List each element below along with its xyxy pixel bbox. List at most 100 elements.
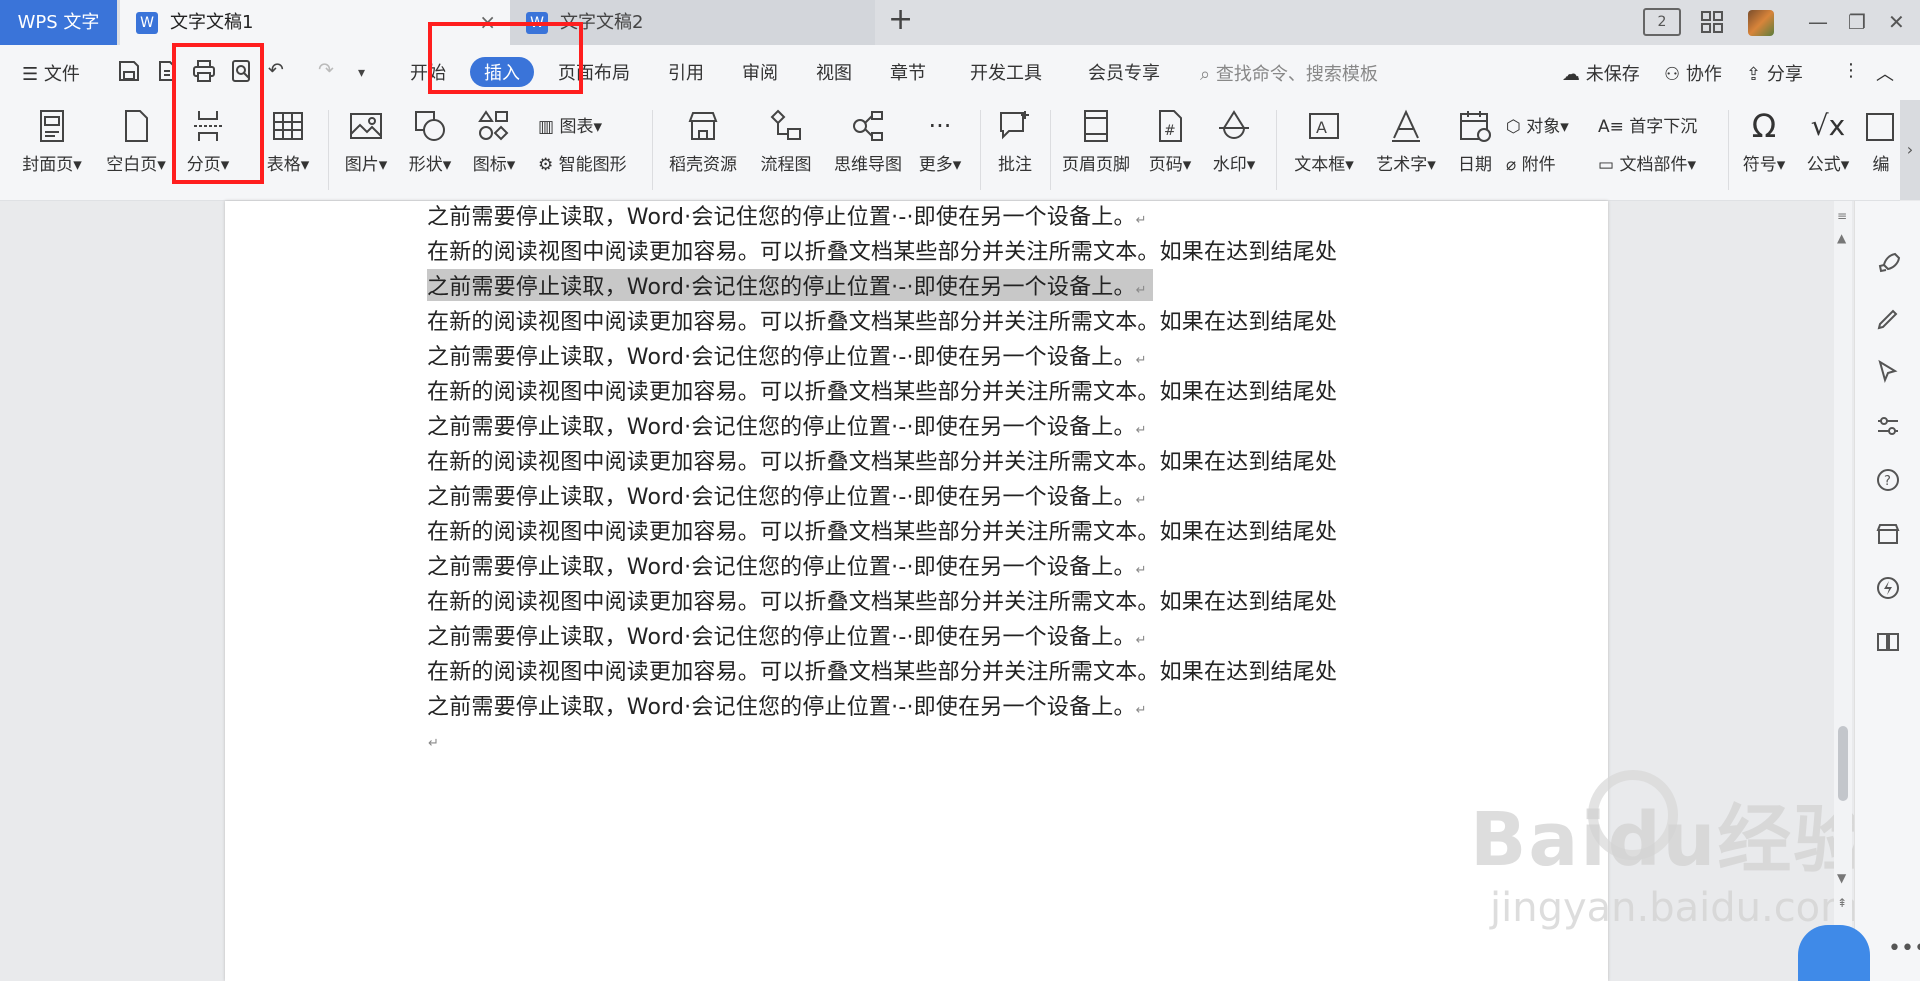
tab-view[interactable]: 视图 (816, 59, 852, 85)
wordart-button[interactable]: 艺术字▾ (1366, 108, 1446, 175)
doc-line-text: 在新的阅读视图中阅读更加容易。可以折叠文档某些部分并关注所需文本。如果在达到结尾… (427, 380, 1338, 405)
cover-page-icon (34, 108, 70, 144)
paragraph-mark: ↵ (1135, 423, 1147, 438)
scroll-up-icon[interactable]: ▲ (1837, 231, 1846, 245)
more-tools-icon[interactable]: ••• (1888, 936, 1920, 961)
quick-access-dropdown-icon[interactable]: ▾ (358, 65, 365, 81)
redo-icon[interactable]: ↷ (318, 59, 334, 81)
help-icon[interactable]: ? (1875, 467, 1901, 493)
tab-member[interactable]: 会员专享 (1088, 59, 1160, 85)
minimize-icon[interactable]: — (1808, 10, 1828, 34)
picture-button[interactable]: 图片▾ (336, 108, 396, 175)
vertical-scrollbar[interactable]: ≡ ▲ ▼ ⇞ (1834, 201, 1852, 981)
command-search[interactable]: ⌕ 查找命令、搜索模板 (1200, 60, 1378, 86)
mindmap-icon (850, 108, 886, 144)
tab-references[interactable]: 引用 (668, 59, 704, 85)
doc-line: 在新的阅读视图中阅读更加容易。可以折叠文档某些部分并关注所需文本。如果在达到结尾… (427, 444, 1337, 476)
cursor-icon[interactable] (1875, 359, 1901, 385)
smartart-button[interactable]: ⚙ 智能图形 (538, 150, 627, 175)
rocket-icon[interactable] (1875, 251, 1901, 277)
header-footer-label: 页眉页脚 (1062, 155, 1130, 175)
tab-review[interactable]: 审阅 (742, 59, 778, 85)
chart-label: 图表 (559, 117, 594, 137)
share-button[interactable]: ⇪ 分享 (1746, 60, 1803, 86)
table-button[interactable]: 表格▾ (258, 108, 318, 175)
more-button[interactable]: ··· 更多▾ (912, 108, 968, 175)
window-count-icon[interactable]: 2 (1643, 8, 1681, 36)
watermark-icon (1216, 108, 1252, 144)
object-button[interactable]: ⬡ 对象▾ (1506, 112, 1569, 137)
save-icon[interactable] (117, 59, 141, 88)
user-avatar[interactable] (1748, 10, 1774, 36)
collaborate-button[interactable]: ⚇ 协作 (1664, 60, 1722, 86)
unsaved-status[interactable]: ☁ 未保存 (1562, 60, 1640, 86)
document-page[interactable]: 之前需要停止读取，Word·会记住您的停止位置·-·即使在另一个设备上。↵ 在新… (225, 201, 1608, 981)
textbox-button[interactable]: A 文本框▾ (1284, 108, 1364, 175)
store-side-icon[interactable] (1875, 521, 1901, 547)
symbol-label: 符号 (1742, 155, 1777, 175)
doc-line-text: 之前需要停止读取，Word·会记住您的停止位置·-·即使在另一个设备上。 (427, 695, 1136, 720)
scrollbar-thumb[interactable] (1838, 726, 1848, 801)
tab-developer[interactable]: 开发工具 (970, 59, 1042, 85)
header-footer-button[interactable]: 页眉页脚 (1056, 108, 1136, 175)
page-number-button[interactable]: # 页码▾ (1140, 108, 1200, 175)
more-label: 更多 (918, 155, 953, 175)
scroll-down-icon[interactable]: ▼ (1837, 871, 1846, 885)
doc-line-text: 在新的阅读视图中阅读更加容易。可以折叠文档某些部分并关注所需文本。如果在达到结尾… (427, 660, 1338, 685)
restore-icon[interactable]: ❐ (1848, 10, 1866, 34)
file-menu[interactable]: ☰ 文件 (22, 60, 80, 86)
assistant-bird-icon[interactable] (1798, 925, 1870, 981)
formula-button[interactable]: √x 公式▾ (1798, 108, 1858, 175)
chart-button[interactable]: ▥ 图表▾ (538, 112, 602, 137)
share-label: 分享 (1766, 64, 1803, 85)
undo-icon[interactable]: ↶ (268, 59, 284, 81)
smartart-icon: ⚙ (538, 155, 554, 175)
comment-icon (997, 108, 1033, 144)
search-icon: ⌕ (1200, 64, 1211, 85)
mindmap-button[interactable]: 思维导图 (826, 108, 910, 175)
bolt-icon[interactable] (1875, 575, 1901, 601)
tab-chapter[interactable]: 章节 (890, 59, 926, 85)
blank-page-button[interactable]: 空白页▾ (96, 108, 176, 175)
shape-icon (412, 108, 448, 144)
cover-page-button[interactable]: 封面页▾ (12, 108, 92, 175)
grid-apps-icon[interactable] (1700, 10, 1724, 39)
doc-line: 之前需要停止读取，Word·会记住您的停止位置·-·即使在另一个设备上。↵ (427, 549, 1147, 581)
end-paragraph-mark: ↵ (428, 736, 439, 751)
dropcap-button[interactable]: A≡ 首字下沉 (1598, 112, 1697, 137)
more-dots-icon: ··· (928, 112, 952, 140)
resources-button[interactable]: 稻壳资源 (660, 108, 746, 175)
flowchart-button[interactable]: 流程图 (750, 108, 822, 175)
share-icon: ⇪ (1746, 64, 1762, 85)
blank-page-icon (118, 108, 154, 144)
attachment-button[interactable]: ⌀ 附件 (1506, 150, 1556, 175)
cloud-icon: ☁ (1562, 64, 1580, 85)
watermark-url: jingyan.baidu.com (1490, 885, 1860, 931)
icon-button[interactable]: 图标▾ (464, 108, 524, 175)
symbol-button[interactable]: Ω 符号▾ (1734, 108, 1794, 175)
scroll-split-icon[interactable]: ≡ (1837, 209, 1847, 223)
docparts-button[interactable]: ▭ 文档部件▾ (1598, 150, 1696, 175)
paragraph-mark: ↵ (1135, 493, 1147, 508)
doc-tab-title: 文字文稿1 (170, 12, 254, 33)
comment-label: 批注 (998, 155, 1032, 175)
ribbon-scroll-right-icon[interactable]: › (1900, 100, 1920, 200)
comment-button[interactable]: 批注 (990, 108, 1040, 175)
new-tab-button[interactable]: + (888, 2, 913, 37)
flowchart-label: 流程图 (760, 155, 812, 175)
attachment-label: 附件 (1521, 155, 1556, 175)
sliders-icon[interactable] (1875, 413, 1901, 439)
close-window-icon[interactable]: ✕ (1888, 10, 1905, 34)
doc-line-text: 之前需要停止读取，Word·会记住您的停止位置·-·即使在另一个设备上。 (427, 345, 1136, 370)
edit-button[interactable]: 编 (1862, 108, 1900, 175)
collapse-ribbon-icon[interactable]: ︿ (1876, 60, 1894, 86)
book-icon[interactable] (1875, 629, 1901, 655)
watermark-button[interactable]: 水印▾ (1204, 108, 1264, 175)
app-tab[interactable]: WPS 文字 (0, 0, 117, 45)
pen-icon[interactable] (1875, 306, 1901, 332)
more-options-icon[interactable]: ⋮ (1842, 60, 1860, 81)
shape-button[interactable]: 形状▾ (400, 108, 460, 175)
prev-page-icon[interactable]: ⇞ (1837, 896, 1847, 910)
menu-bar: ☰ 文件 ↶ ↷ ▾ 开始 插入 页面布局 引用 审阅 视图 章节 开发工具 会… (0, 45, 1920, 100)
date-button[interactable]: 日期 (1450, 108, 1500, 175)
